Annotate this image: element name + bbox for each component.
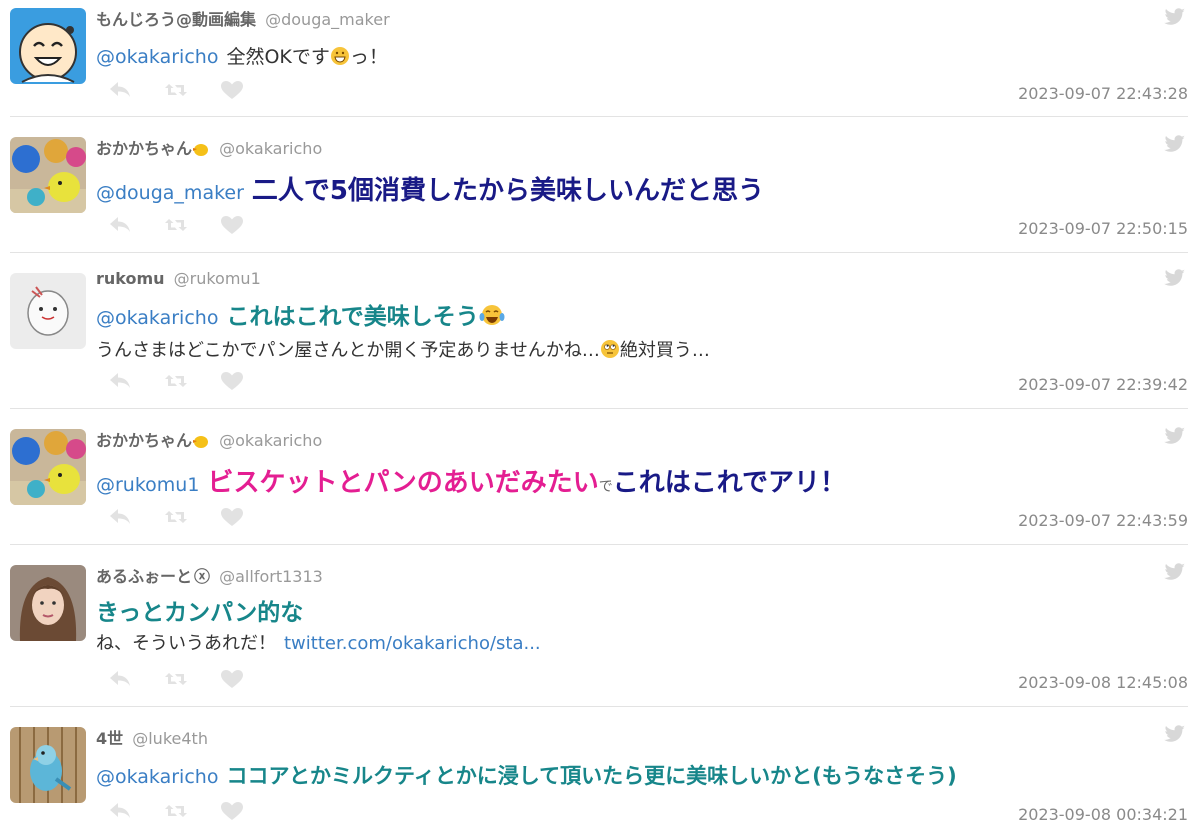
tweet-item[interactable]: おかかちゃん @okakaricho @rukomu1 ビスケットとパンのあいだみ… <box>0 409 1200 544</box>
display-name[interactable]: rukomu <box>96 269 165 288</box>
x-badge-icon: ⓧ <box>194 567 211 586</box>
avatar[interactable] <box>10 727 86 803</box>
tweet-content: 全然OKです <box>226 46 330 68</box>
display-name[interactable]: もんじろう@動画編集 <box>96 10 256 29</box>
tweet-content-line2: ね、そういうあれだ！ <box>96 633 276 654</box>
tweet-header: あるふぉーと ⓧ @allfort1313 <box>96 563 323 587</box>
display-name[interactable]: 4世 <box>96 729 123 748</box>
like-icon[interactable] <box>220 371 244 391</box>
twitter-bird-icon[interactable] <box>1164 427 1186 445</box>
tweet-content: ココアとかミルクティとかに浸して頂いたら更に美味しいかと(もうなさそう) <box>226 764 957 788</box>
tweet-content: 二人で5個消費したから美味しいんだと思う <box>251 176 765 206</box>
retweet-icon[interactable] <box>164 80 188 100</box>
reply-icon[interactable] <box>108 215 132 235</box>
retweet-icon[interactable] <box>164 371 188 391</box>
tweet-content-small: で <box>598 479 613 495</box>
avatar[interactable] <box>10 429 86 505</box>
user-handle[interactable]: @rukomu1 <box>174 269 261 288</box>
user-handle[interactable]: @okakaricho <box>219 139 322 158</box>
avatar[interactable] <box>10 565 86 641</box>
grinning-emoji-icon <box>330 45 350 75</box>
mention-link[interactable]: @okakaricho <box>96 46 218 68</box>
tweet-content: これはこれで美味しそう <box>226 304 479 330</box>
tweet-content: きっとカンパン的な <box>96 600 304 626</box>
tweet-item[interactable]: もんじろう@動画編集 @douga_maker @okakaricho 全然OKで… <box>0 0 1200 116</box>
tweet-text: @okakaricho これはこれで美味しそう うんさまはどこかでパン屋さんとか開… <box>96 301 1160 368</box>
like-icon[interactable] <box>220 801 244 821</box>
reply-icon[interactable] <box>108 371 132 391</box>
user-handle[interactable]: @okakaricho <box>219 431 322 450</box>
chick-emoji-icon <box>192 141 210 161</box>
retweet-icon[interactable] <box>164 215 188 235</box>
tweet-item[interactable]: おかかちゃん @okakaricho @douga_maker 二人で5個消費した… <box>0 117 1200 251</box>
tweet-content-pink: ビスケットとパンのあいだみたい <box>207 468 599 498</box>
tweet-text: @douga_maker 二人で5個消費したから美味しいんだと思う <box>96 173 1160 211</box>
tweet-item[interactable]: 4世 @luke4th @okakaricho ココアとかミルクティとかに浸して頂… <box>0 707 1200 832</box>
user-handle[interactable]: @allfort1313 <box>219 567 323 586</box>
display-name[interactable]: おかかちゃん <box>96 431 192 450</box>
display-name[interactable]: おかかちゃん <box>96 139 192 158</box>
tweet-header: 4世 @luke4th <box>96 725 208 749</box>
tweet-content-end: っ！ <box>349 46 388 68</box>
tweet-header: おかかちゃん @okakaricho <box>96 135 322 161</box>
tweet-text: きっとカンパン的な ね、そういうあれだ！ twitter.com/okakaric… <box>96 597 1160 658</box>
like-icon[interactable] <box>220 80 244 100</box>
tweet-content-line2-end: 絶対買う… <box>619 340 710 361</box>
tweet-link[interactable]: twitter.com/okakaricho/sta... <box>284 633 541 654</box>
avatar[interactable] <box>10 8 86 84</box>
retweet-icon[interactable] <box>164 507 188 527</box>
timestamp[interactable]: 2023-09-07 22:43:28 <box>1018 84 1188 103</box>
twitter-bird-icon[interactable] <box>1164 135 1186 153</box>
twitter-bird-icon[interactable] <box>1164 563 1186 581</box>
mention-link[interactable]: @okakaricho <box>96 307 218 329</box>
retweet-icon[interactable] <box>164 801 188 821</box>
twitter-bird-icon[interactable] <box>1164 725 1186 743</box>
reply-icon[interactable] <box>108 507 132 527</box>
like-icon[interactable] <box>220 215 244 235</box>
tweet-text: @okakaricho 全然OKです っ！ <box>96 42 1160 75</box>
mention-link[interactable]: @douga_maker <box>96 182 244 204</box>
user-handle[interactable]: @luke4th <box>132 729 208 748</box>
mention-link[interactable]: @okakaricho <box>96 766 218 788</box>
tears-of-joy-emoji-icon <box>479 303 505 337</box>
like-icon[interactable] <box>220 507 244 527</box>
display-name[interactable]: あるふぉーと <box>96 567 192 586</box>
tweet-header: rukomu @rukomu1 <box>96 269 261 288</box>
reply-icon[interactable] <box>108 80 132 100</box>
retweet-icon[interactable] <box>164 669 188 689</box>
tweet-content-navy: これはこれでアリ！ <box>612 468 846 498</box>
tweet-item[interactable]: rukomu @rukomu1 @okakaricho これはこれで美味しそう う… <box>0 253 1200 408</box>
twitter-bird-icon[interactable] <box>1164 269 1186 287</box>
timestamp[interactable]: 2023-09-07 22:39:42 <box>1018 375 1188 394</box>
tweet-content-line2: うんさまはどこかでパン屋さんとか開く予定ありませんかね… <box>96 340 600 361</box>
timestamp[interactable]: 2023-09-08 12:45:08 <box>1018 673 1188 692</box>
like-icon[interactable] <box>220 669 244 689</box>
tweet-header: もんじろう@動画編集 @douga_maker <box>96 6 390 30</box>
reply-icon[interactable] <box>108 669 132 689</box>
tweet-item[interactable]: あるふぉーと ⓧ @allfort1313 きっとカンパン的な ね、そういうあれだ… <box>0 545 1200 705</box>
tweet-text: @okakaricho ココアとかミルクティとかに浸して頂いたら更に美味しいかと(… <box>96 759 1160 794</box>
rolling-eyes-emoji-icon <box>600 339 620 368</box>
timestamp[interactable]: 2023-09-07 22:50:15 <box>1018 219 1188 238</box>
tweet-header: おかかちゃん @okakaricho <box>96 427 322 453</box>
chick-emoji-icon <box>192 433 210 453</box>
twitter-bird-icon[interactable] <box>1164 8 1186 26</box>
mention-link[interactable]: @rukomu1 <box>96 474 199 496</box>
reply-icon[interactable] <box>108 801 132 821</box>
timestamp[interactable]: 2023-09-08 00:34:21 <box>1018 805 1188 824</box>
timestamp[interactable]: 2023-09-07 22:43:59 <box>1018 511 1188 530</box>
avatar[interactable] <box>10 137 86 213</box>
tweet-text: @rukomu1 ビスケットとパンのあいだみたいでこれはこれでアリ！ <box>96 465 1160 505</box>
user-handle[interactable]: @douga_maker <box>265 10 390 29</box>
avatar[interactable] <box>10 273 86 349</box>
